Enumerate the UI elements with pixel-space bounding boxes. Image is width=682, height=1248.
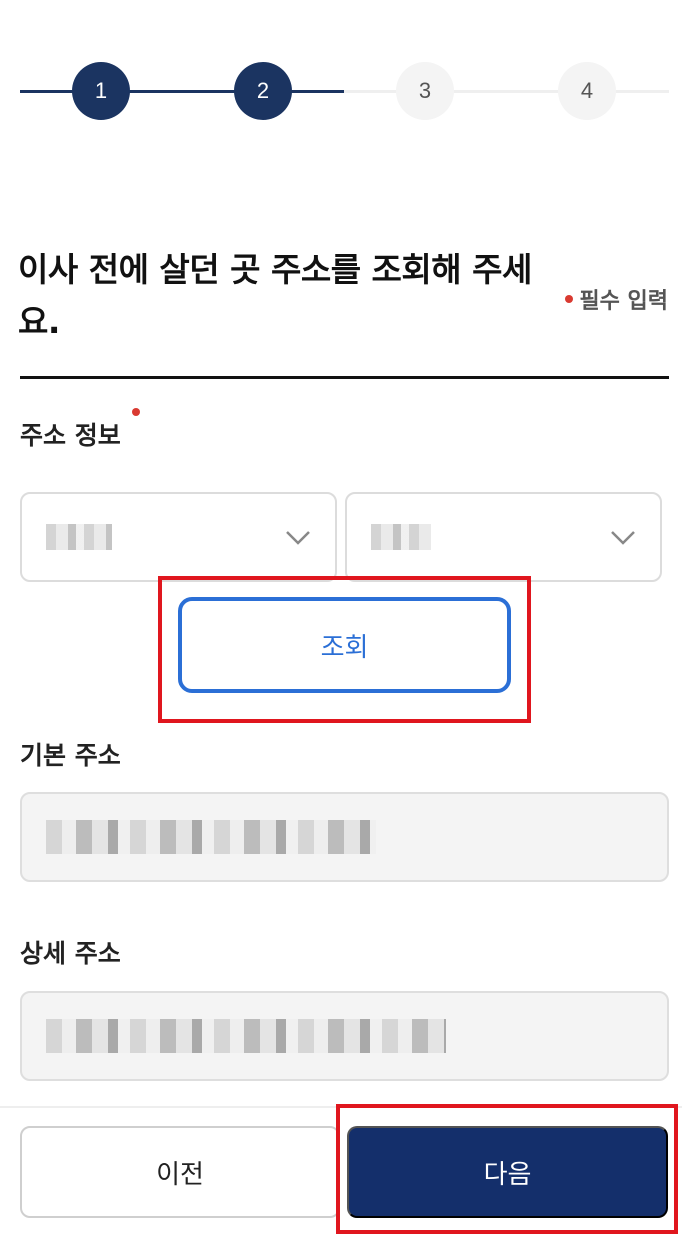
masked-detail-address (46, 1019, 446, 1053)
masked-select-value (46, 524, 112, 550)
required-dot-icon (132, 408, 140, 416)
required-note-text: 필수 입력 (579, 289, 668, 314)
progress-stepper: 1 2 3 4 (20, 62, 669, 120)
region-select-city[interactable] (20, 492, 337, 582)
chevron-down-icon (611, 531, 635, 545)
section-divider (20, 376, 669, 379)
masked-basic-address (46, 820, 376, 854)
address-lookup-button[interactable]: 조회 (178, 597, 511, 693)
page-title: 이사 전에 살던 곳 주소를 조회해 주세요. (18, 250, 532, 341)
prev-button[interactable]: 이전 (20, 1126, 340, 1218)
step-1: 1 (72, 62, 130, 120)
region-select-district[interactable] (345, 492, 662, 582)
stepper-progress-line (20, 90, 344, 93)
basic-address-field[interactable] (20, 792, 669, 882)
step-4: 4 (558, 62, 616, 120)
next-button[interactable]: 다음 (347, 1126, 668, 1218)
masked-select-value (371, 524, 431, 550)
detail-address-field[interactable] (20, 991, 669, 1081)
detail-address-label: 상세 주소 (20, 939, 121, 968)
required-field-note: 필수 입력 (565, 283, 668, 315)
chevron-down-icon (286, 531, 310, 545)
address-info-label: 주소 정보 (20, 421, 121, 450)
step-2: 2 (234, 62, 292, 120)
stepper-remaining-line (344, 90, 669, 93)
basic-address-label: 기본 주소 (20, 741, 121, 770)
step-3: 3 (396, 62, 454, 120)
required-dot-icon (565, 295, 574, 303)
